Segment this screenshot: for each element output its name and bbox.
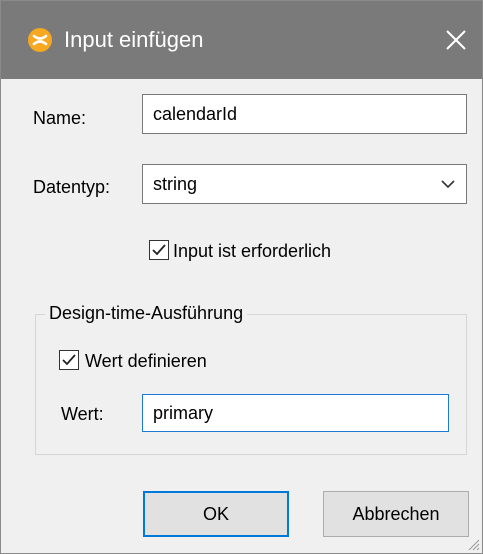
define-value-checkbox[interactable] bbox=[59, 350, 79, 370]
close-button[interactable] bbox=[431, 15, 481, 65]
datatype-select[interactable]: string bbox=[142, 164, 467, 204]
checkmark-icon bbox=[152, 244, 166, 256]
checkmark-icon bbox=[62, 354, 76, 366]
define-value-label[interactable]: Wert definieren bbox=[85, 350, 207, 372]
window-title: Input einfügen bbox=[64, 27, 204, 52]
dialog-window: Input einfügen Name: calendarId Datentyp… bbox=[0, 0, 483, 554]
title-bar[interactable]: Input einfügen bbox=[1, 1, 482, 79]
design-time-group bbox=[35, 314, 467, 455]
ok-button[interactable]: OK bbox=[143, 491, 289, 537]
required-checkbox[interactable] bbox=[149, 240, 169, 260]
datatype-selected-value: string bbox=[153, 174, 198, 194]
name-input[interactable]: calendarId bbox=[142, 94, 467, 134]
resize-grip-icon[interactable] bbox=[466, 537, 480, 551]
chevron-down-icon bbox=[441, 180, 455, 189]
cancel-button[interactable]: Abbrechen bbox=[323, 491, 469, 537]
design-time-group-title: Design-time-Ausführung bbox=[45, 302, 248, 324]
app-logo-icon bbox=[28, 28, 52, 52]
close-icon bbox=[446, 30, 466, 50]
datatype-label: Datentyp: bbox=[33, 177, 111, 197]
value-input[interactable]: primary bbox=[142, 394, 449, 432]
name-label: Name: bbox=[33, 108, 87, 128]
value-label: Wert: bbox=[61, 404, 104, 424]
required-label[interactable]: Input ist erforderlich bbox=[173, 240, 331, 262]
